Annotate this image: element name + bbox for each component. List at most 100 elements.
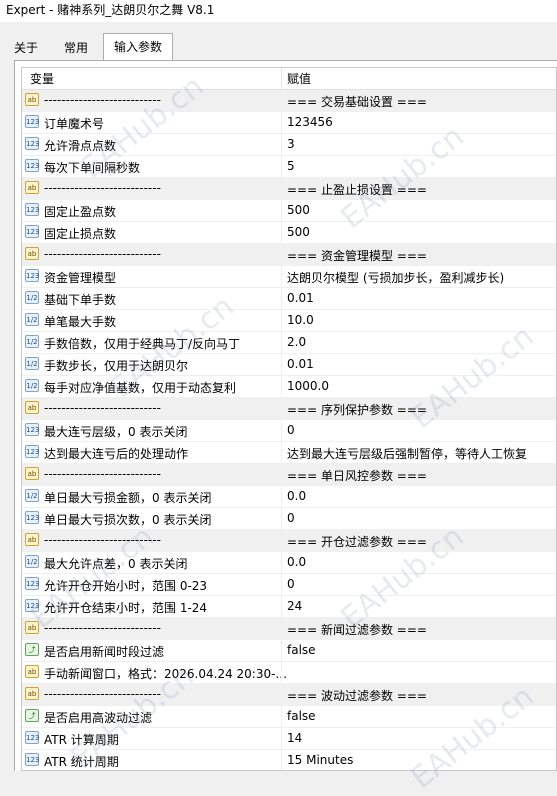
parameter-row[interactable]: 123 ATR 统计周期 15 Minutes — [22, 750, 556, 770]
parameter-row[interactable]: 123 每次下单间隔秒数 5 — [22, 156, 556, 178]
integer-type-icon: 123 — [25, 753, 39, 766]
group-header-row[interactable]: ab --------------------------- === 波动过滤参数 … — [22, 684, 556, 706]
string-type-icon: ab — [25, 401, 39, 414]
parameter-value[interactable]: false — [287, 709, 316, 723]
parameter-value[interactable]: false — [287, 643, 316, 657]
parameter-row[interactable]: 123 资金管理模型 达朗贝尔模型 (亏损加步长，盈利减步长) — [22, 266, 556, 288]
parameter-value[interactable]: 0.01 — [287, 357, 314, 371]
group-header-row[interactable]: ab --------------------------- === 止盈止损设置 … — [22, 178, 556, 200]
group-header-row[interactable]: ab --------------------------- === 交易基础设置 … — [22, 90, 556, 112]
parameter-value[interactable]: 500 — [287, 225, 310, 239]
parameter-value[interactable]: 0 — [287, 577, 295, 591]
parameter-value[interactable]: 0.0 — [287, 489, 306, 503]
string-type-icon: ab — [25, 665, 39, 678]
parameter-row[interactable]: 123 最大连亏层级，0 表示关闭 0 — [22, 420, 556, 442]
parameter-value[interactable]: === 开仓过滤参数 === — [287, 533, 427, 550]
integer-type-icon: 123 — [25, 203, 39, 216]
parameter-value[interactable]: === 交易基础设置 === — [287, 93, 427, 110]
parameter-value[interactable]: 3 — [287, 137, 295, 151]
parameter-row[interactable]: ab 手动新闻窗口，格式：2026.04.24 20:30-... — [22, 662, 556, 684]
integer-type-icon: 123 — [25, 731, 39, 744]
bool-type-icon: ⤴ — [25, 709, 39, 722]
parameter-value[interactable]: === 序列保护参数 === — [287, 401, 427, 418]
parameter-row[interactable]: 1/2 单日最大亏损金额，0 表示关闭 0.0 — [22, 486, 556, 508]
parameter-value[interactable]: 1000.0 — [287, 379, 329, 393]
cell-divider — [281, 288, 282, 309]
parameter-value[interactable]: 24 — [287, 599, 302, 613]
parameter-row[interactable]: 123 允许开仓结束小时，范围 1-24 24 — [22, 596, 556, 618]
tab-about[interactable]: 关于 — [7, 36, 45, 60]
parameter-row[interactable]: 123 单日最大亏损次数，0 表示关闭 0 — [22, 508, 556, 530]
tab-common[interactable]: 常用 — [54, 36, 98, 60]
cell-divider — [281, 464, 282, 485]
parameter-row[interactable]: 1/2 基础下单手数 0.01 — [22, 288, 556, 310]
tab-inputs[interactable]: 输入参数 — [103, 33, 173, 61]
parameter-value[interactable]: 123456 — [287, 115, 333, 129]
integer-type-icon: 123 — [25, 599, 39, 612]
parameters-grid: 变量 赋值 ab --------------------------- === 交… — [21, 67, 557, 771]
parameter-value[interactable]: 14 — [287, 731, 302, 745]
parameter-name: --------------------------- — [44, 181, 161, 195]
string-type-icon: ab — [25, 687, 39, 700]
parameter-name: 是否启用新闻时段过滤 — [44, 645, 165, 659]
parameter-row[interactable]: 123 允许开仓开始小时，范围 0-23 0 — [22, 574, 556, 596]
parameter-value[interactable]: 2.0 — [287, 335, 306, 349]
parameter-row[interactable]: ⤴ 是否启用高波动过滤 false — [22, 706, 556, 728]
parameter-row[interactable]: 123 达到最大连亏后的处理动作 达到最大连亏层级后强制暂停，等待人工恢复 — [22, 442, 556, 464]
parameter-value[interactable]: === 资金管理模型 === — [287, 247, 427, 264]
cell-divider — [281, 222, 282, 243]
parameter-value[interactable]: 0.01 — [287, 291, 314, 305]
parameter-name: 允许开仓开始小时，范围 0-23 — [44, 579, 208, 593]
parameter-name: --------------------------- — [44, 467, 161, 481]
parameter-name: --------------------------- — [44, 93, 161, 107]
group-header-row[interactable]: ab --------------------------- === 单日风控参数 … — [22, 464, 556, 486]
parameter-row[interactable]: 123 固定止盈点数 500 — [22, 200, 556, 222]
parameter-value[interactable]: 15 Minutes — [287, 753, 353, 767]
column-header-value[interactable]: 赋值 — [287, 69, 311, 90]
parameter-value[interactable]: 达朗贝尔模型 (亏损加步长，盈利减步长) — [287, 269, 504, 286]
string-type-icon: ab — [25, 533, 39, 546]
group-header-row[interactable]: ab --------------------------- === 序列保护参数 … — [22, 398, 556, 420]
parameter-value[interactable]: 0 — [287, 423, 295, 437]
parameter-row[interactable]: 123 ATR 计算周期 14 — [22, 728, 556, 750]
parameter-value[interactable]: === 波动过滤参数 === — [287, 687, 427, 704]
parameter-row[interactable]: 1/2 单笔最大手数 10.0 — [22, 310, 556, 332]
parameter-value[interactable]: === 新闻过滤参数 === — [287, 621, 427, 638]
parameter-value[interactable]: 500 — [287, 203, 310, 217]
parameter-row[interactable]: ⤴ 是否启用新闻时段过滤 false — [22, 640, 556, 662]
parameter-row[interactable]: 1/2 手数步长，仅用于达朗贝尔 0.01 — [22, 354, 556, 376]
parameter-row[interactable]: 123 允许滑点点数 3 — [22, 134, 556, 156]
parameter-value[interactable]: === 单日风控参数 === — [287, 467, 427, 484]
parameter-value[interactable]: 10.0 — [287, 313, 314, 327]
cell-divider — [281, 90, 282, 111]
group-header-row[interactable]: ab --------------------------- === 新闻过滤参数 … — [22, 618, 556, 640]
double-type-icon: 1/2 — [25, 291, 39, 304]
column-header-variable[interactable]: 变量 — [30, 69, 54, 90]
parameter-row[interactable]: 1/2 每手对应净值基数，仅用于动态复利 1000.0 — [22, 376, 556, 398]
cell-divider — [281, 442, 282, 463]
group-header-row[interactable]: ab --------------------------- === 开仓过滤参数 … — [22, 530, 556, 552]
cell-divider — [281, 530, 282, 551]
cell-divider — [281, 332, 282, 353]
parameter-value[interactable]: 0 — [287, 511, 295, 525]
group-header-row[interactable]: ab --------------------------- === 资金管理模型 … — [22, 244, 556, 266]
cell-divider — [281, 156, 282, 177]
parameter-value[interactable]: === 止盈止损设置 === — [287, 181, 427, 198]
integer-type-icon: 123 — [25, 445, 39, 458]
parameter-name: 订单魔术号 — [44, 117, 105, 131]
cell-divider — [281, 244, 282, 265]
parameter-row[interactable]: 1/2 最大允许点差，0 表示关闭 0.0 — [22, 552, 556, 574]
grid-header: 变量 赋值 — [22, 68, 556, 90]
parameter-row[interactable]: 123 固定止损点数 500 — [22, 222, 556, 244]
cell-divider — [281, 398, 282, 419]
parameter-value[interactable]: 达到最大连亏层级后强制暂停，等待人工恢复 — [287, 445, 527, 462]
parameter-row[interactable]: 123 订单魔术号 123456 — [22, 112, 556, 134]
parameter-value[interactable]: 5 — [287, 159, 295, 173]
cell-divider — [281, 310, 282, 331]
parameter-name: 固定止损点数 — [44, 227, 117, 241]
column-divider[interactable] — [281, 68, 282, 89]
parameter-value[interactable]: 0.0 — [287, 555, 306, 569]
parameter-name: 最大允许点差，0 表示关闭 — [44, 557, 188, 571]
parameter-row[interactable]: 1/2 手数倍数，仅用于经典马丁/反向马丁 2.0 — [22, 332, 556, 354]
parameter-name: 允许开仓结束小时，范围 1-24 — [44, 601, 208, 615]
